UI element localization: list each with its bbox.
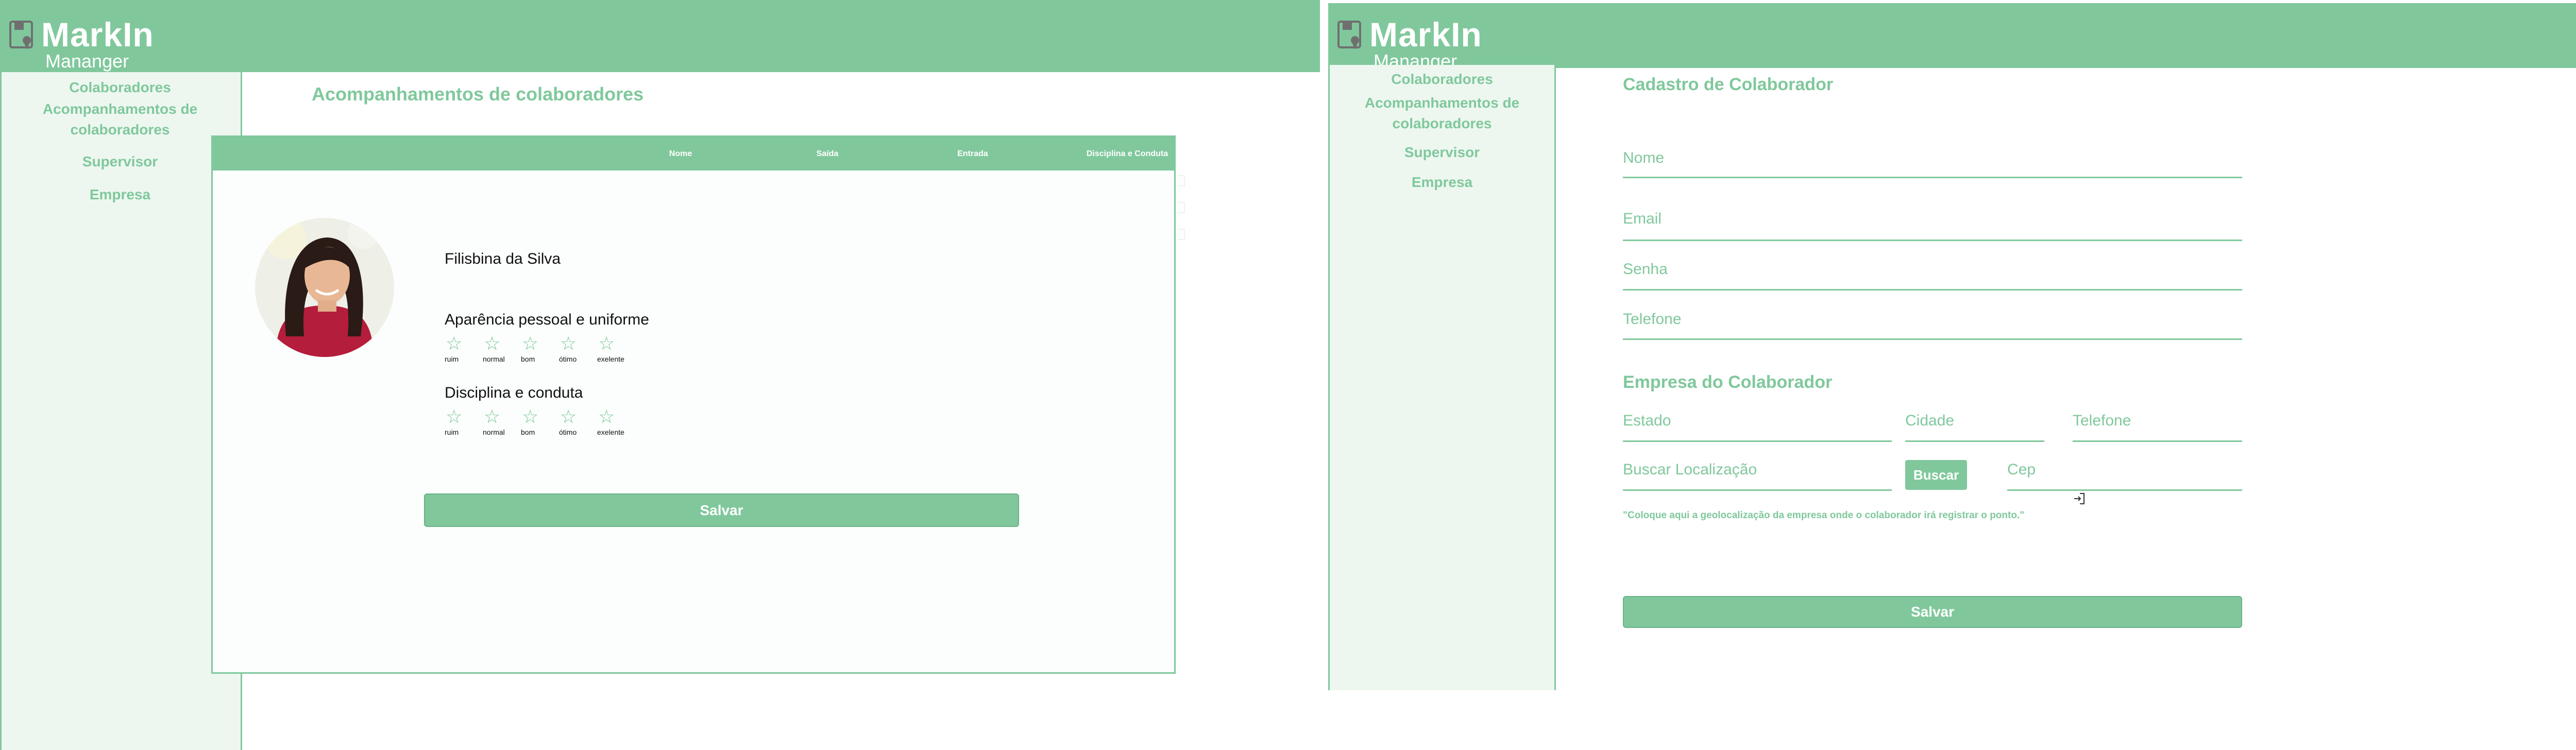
brand-title: MarkIn [41, 15, 154, 54]
name-input[interactable] [1623, 149, 2242, 167]
login-cursor-icon [2074, 493, 2084, 504]
rating-option[interactable]: ☆ ruim [445, 333, 483, 364]
collaborator-name: Filisbina da Silva [445, 250, 561, 267]
star-icon: ☆ [522, 406, 539, 427]
geolocation-hint: "Coloque aqui a geolocalização da empres… [1623, 510, 2025, 521]
rating-label: bom [521, 355, 535, 363]
rating-option[interactable]: ☆ exelente [597, 333, 635, 364]
sidebar-item-acompanhamentos[interactable]: Acompanhamentos de colaboradores [2, 99, 239, 140]
phone-input[interactable] [1623, 311, 2242, 328]
column-header-saida[interactable]: Saída [766, 137, 889, 171]
sidebar-item-colaboradores[interactable]: Colaboradores [1330, 69, 1554, 90]
star-icon: ☆ [522, 333, 539, 354]
column-header-disciplina[interactable]: Disciplina e Conduta [1060, 137, 1194, 171]
brand-subtitle: Mananger [45, 50, 129, 72]
section-title-aparencia: Aparência pessoal e uniforme [445, 311, 649, 328]
cep-input[interactable] [2007, 461, 2242, 479]
avatar [255, 218, 394, 357]
rating-label: bom [521, 428, 535, 436]
location-search-field [1623, 461, 1892, 491]
star-icon: ☆ [598, 333, 615, 354]
star-icon: ☆ [484, 333, 501, 354]
save-button[interactable]: Salvar [424, 493, 1019, 527]
section-title-disciplina: Disciplina e conduta [445, 384, 583, 401]
name-field [1623, 149, 2242, 178]
star-icon: ☆ [560, 333, 577, 354]
star-icon: ☆ [598, 406, 615, 427]
header-divider [394, 171, 1126, 172]
rating-option[interactable]: ☆ normal [483, 333, 521, 364]
company-phone-field [2073, 412, 2242, 442]
rating-label: ruim [445, 355, 459, 363]
collapsed-edge [1178, 202, 1185, 213]
email-input[interactable] [1623, 210, 2242, 228]
sidebar-item-supervisor[interactable]: Supervisor [1330, 142, 1554, 163]
column-header-entrada[interactable]: Entrada [911, 137, 1035, 171]
sidebar-item-supervisor[interactable]: Supervisor [2, 151, 239, 172]
company-section-title: Empresa do Colaborador [1623, 372, 1833, 392]
rating-option[interactable]: ☆ ótimo [559, 333, 597, 364]
page-title: Acompanhamentos de colaboradores [312, 83, 644, 105]
avatar-photo [255, 218, 394, 357]
state-input[interactable] [1623, 412, 1892, 430]
sidebar-item-colaboradores[interactable]: Colaboradores [2, 77, 239, 98]
brand-title: MarkIn [1369, 15, 1482, 54]
star-icon: ☆ [446, 333, 463, 354]
register-screen: MarkIn Mananger Colaboradores Acompanham… [1328, 0, 2576, 750]
rating-label: exelente [597, 355, 624, 363]
rating-label: ótimo [559, 355, 577, 363]
top-bar: MarkIn Mananger [0, 0, 1320, 72]
star-icon: ☆ [484, 406, 501, 427]
city-field [1905, 412, 2044, 442]
rating-label: ótimo [559, 428, 577, 436]
evaluation-card: Nome Saída Entrada Disciplina e Conduta … [211, 135, 1320, 674]
table-header: Nome Saída Entrada Disciplina e Conduta … [213, 137, 1320, 171]
rating-option[interactable]: ☆ ruim [445, 406, 483, 437]
logo-icon [9, 21, 33, 49]
rating-option[interactable]: ☆ bom [521, 406, 559, 437]
sidebar: Colaboradores Acompanhamentos de colabor… [1328, 65, 1556, 690]
rating-label: normal [483, 355, 505, 363]
email-field [1623, 210, 2242, 241]
state-field [1623, 412, 1892, 442]
rating-label: exelente [597, 428, 624, 436]
rating-label: ruim [445, 428, 459, 436]
search-location-button[interactable]: Buscar [1905, 460, 1967, 490]
rating-option[interactable]: ☆ normal [483, 406, 521, 437]
sidebar-item-empresa[interactable]: Empresa [2, 184, 239, 205]
rating-label: normal [483, 428, 505, 436]
rating-option[interactable]: ☆ bom [521, 333, 559, 364]
save-button[interactable]: Salvar [1623, 596, 2242, 628]
sidebar-item-empresa[interactable]: Empresa [1330, 172, 1554, 193]
phone-field [1623, 311, 2242, 340]
sidebar-item-acompanhamentos[interactable]: Acompanhamentos de colaboradores [1330, 93, 1554, 134]
collapsed-edge [1178, 175, 1185, 186]
app-logo[interactable]: MarkIn Mananger [9, 18, 154, 71]
app-logo[interactable]: MarkIn Mananger [1337, 18, 1482, 71]
cep-field [2007, 461, 2242, 491]
city-input[interactable] [1905, 412, 2044, 430]
password-input[interactable] [1623, 261, 2242, 278]
logo-icon [1337, 21, 1361, 49]
column-header-aparencia[interactable]: Aparência Pessoal e Uniforme [1202, 137, 1320, 171]
rating-option[interactable]: ☆ ótimo [559, 406, 597, 437]
password-field [1623, 261, 2242, 291]
company-phone-input[interactable] [2073, 412, 2242, 430]
column-header-nome[interactable]: Nome [619, 137, 742, 171]
star-icon: ☆ [446, 406, 463, 427]
rating-option[interactable]: ☆ exelente [597, 406, 635, 437]
rating-aparencia: ☆ ruim ☆ normal ☆ bom ☆ ótimo ☆ exelente [445, 333, 635, 364]
evaluation-screen: MarkIn Mananger Colaboradores Acompanham… [0, 0, 1320, 750]
page-title: Cadastro de Colaborador [1623, 75, 1834, 94]
star-icon: ☆ [560, 406, 577, 427]
sidebar: Colaboradores Acompanhamentos de colabor… [0, 72, 242, 750]
top-bar: MarkIn Mananger [1328, 3, 2576, 71]
rating-disciplina: ☆ ruim ☆ normal ☆ bom ☆ ótimo ☆ exelente [445, 406, 635, 437]
collapsed-edge [1178, 229, 1185, 240]
location-search-input[interactable] [1623, 461, 1892, 479]
